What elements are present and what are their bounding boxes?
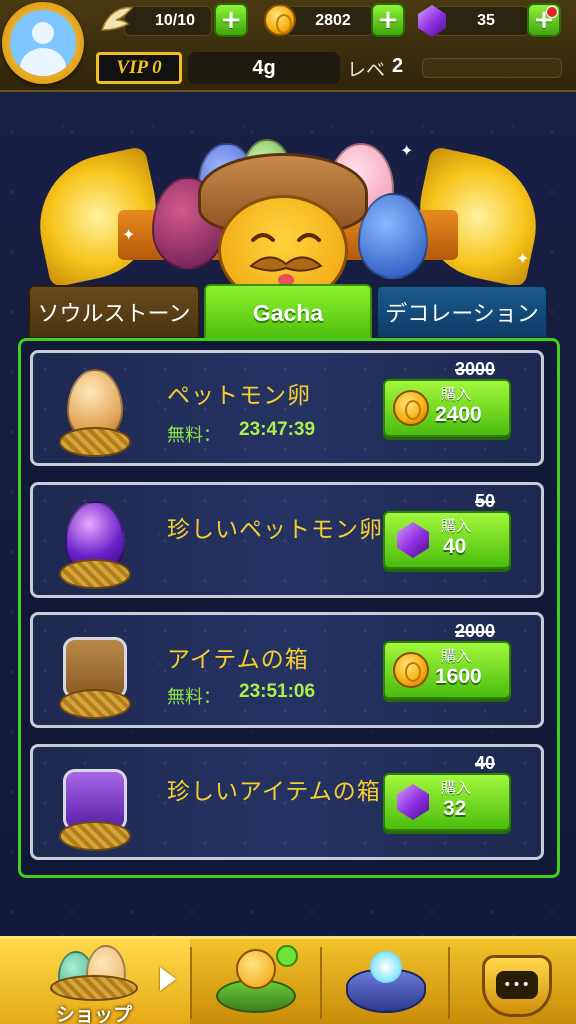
original-price: 3000 [454,359,495,379]
free-timer: 23:51:06 [239,681,316,702]
wing-icon [100,2,134,36]
item-title: 珍しいアイテムの箱 [167,779,381,805]
buy-button[interactable]: 購入 2400 [383,379,511,437]
shop-item-rare-item-box: 珍しいアイテムの箱 40 購入 32 [30,744,544,860]
sparkle-icon: ✦ [122,225,136,244]
level-value: 2 [392,55,404,77]
item-title: 珍しいペットモン卵 [167,517,383,543]
bottom-nav: ショップ ••• [0,936,576,1024]
original-price: 2000 [454,621,495,641]
shop-banner: ✦ ✦ ✦ [26,115,550,305]
nav-chat[interactable]: ••• [478,947,556,1021]
xp-progress-bar [422,58,562,78]
energy-value: 10/10 [154,12,196,29]
notification-dot [276,945,298,967]
rare-item-box-icon [55,761,135,851]
nav-pets[interactable] [192,939,320,1024]
coin-value: 2802 [315,12,351,29]
sparkle-icon: ✦ [400,141,414,160]
egg-nest-icon [55,367,135,457]
free-label: 無料： [167,425,221,446]
gem-icon [397,522,429,558]
nav-shop[interactable]: ショップ [0,939,190,1024]
free-label: 無料： [167,687,221,708]
nav-divider [448,947,450,1019]
free-timer: 23:47:39 [239,419,316,440]
gem-counter: 35 [434,6,530,36]
rare-egg-nest-icon [55,499,135,589]
level-label: レベ [347,59,386,81]
tab-decoration[interactable]: デコレーション [376,285,548,339]
crystal-icon [370,951,402,983]
buy-label: 購入 [441,647,472,665]
gem-icon [397,784,429,820]
coin-icon [264,4,296,36]
item-title: アイテムの箱 [167,647,309,673]
add-gems-button[interactable]: + [527,3,561,37]
sparkle-icon: ✦ [516,249,530,268]
profile-avatar[interactable] [2,2,84,84]
original-price: 40 [474,753,495,773]
buy-label: 購入 [441,385,472,403]
nav-shop-label: ショップ [56,1004,133,1024]
buy-price: 32 [443,797,467,820]
nav-world[interactable] [322,939,448,1024]
gem-value: 35 [477,12,495,29]
buy-price: 40 [443,535,467,558]
buy-label: 購入 [441,517,472,535]
arrow-right-icon [160,967,176,991]
egg-basket-icon [46,945,142,1001]
buy-label: 購入 [441,779,472,797]
coin-counter: 2802 [284,6,374,36]
energy-counter: 10/10 [124,6,212,36]
gold-value: 4g [252,56,276,79]
shop-item-pet-egg: ペットモン卵 無料： 23:47:39 3000 購入 2400 [30,350,544,466]
tab-gacha[interactable]: Gacha [204,284,372,340]
item-title: ペットモン卵 [167,383,311,409]
avatar-icon [10,10,76,76]
shop-item-item-box: アイテムの箱 無料： 23:51:06 2000 購入 1600 [30,612,544,728]
chat-icon: ••• [496,971,538,999]
gold-counter: 4g [188,52,340,84]
buy-price: 1600 [435,665,482,688]
dark-blue-egg-icon [358,193,428,279]
coin-icon [393,652,429,688]
buy-button[interactable]: 購入 1600 [383,641,511,699]
notification-dot [546,6,558,18]
tab-soulstone[interactable]: ソウルストーン [28,285,200,339]
vip-badge[interactable]: VIP 0 [96,52,182,84]
add-coins-button[interactable]: + [371,3,405,37]
buy-button[interactable]: 購入 40 [383,511,511,569]
add-energy-button[interactable]: + [214,3,248,37]
shop-item-rare-pet-egg: 珍しいペットモン卵 50 購入 40 [30,482,544,598]
chick-icon [236,949,276,989]
item-box-icon [55,629,135,719]
original-price: 50 [474,491,495,511]
buy-price: 2400 [435,403,482,426]
top-bar: 10/10 + 2802 + 35 + VIP 0 4g レベ 2 [0,0,576,92]
buy-button[interactable]: 購入 32 [383,773,511,831]
coin-icon [393,390,429,426]
